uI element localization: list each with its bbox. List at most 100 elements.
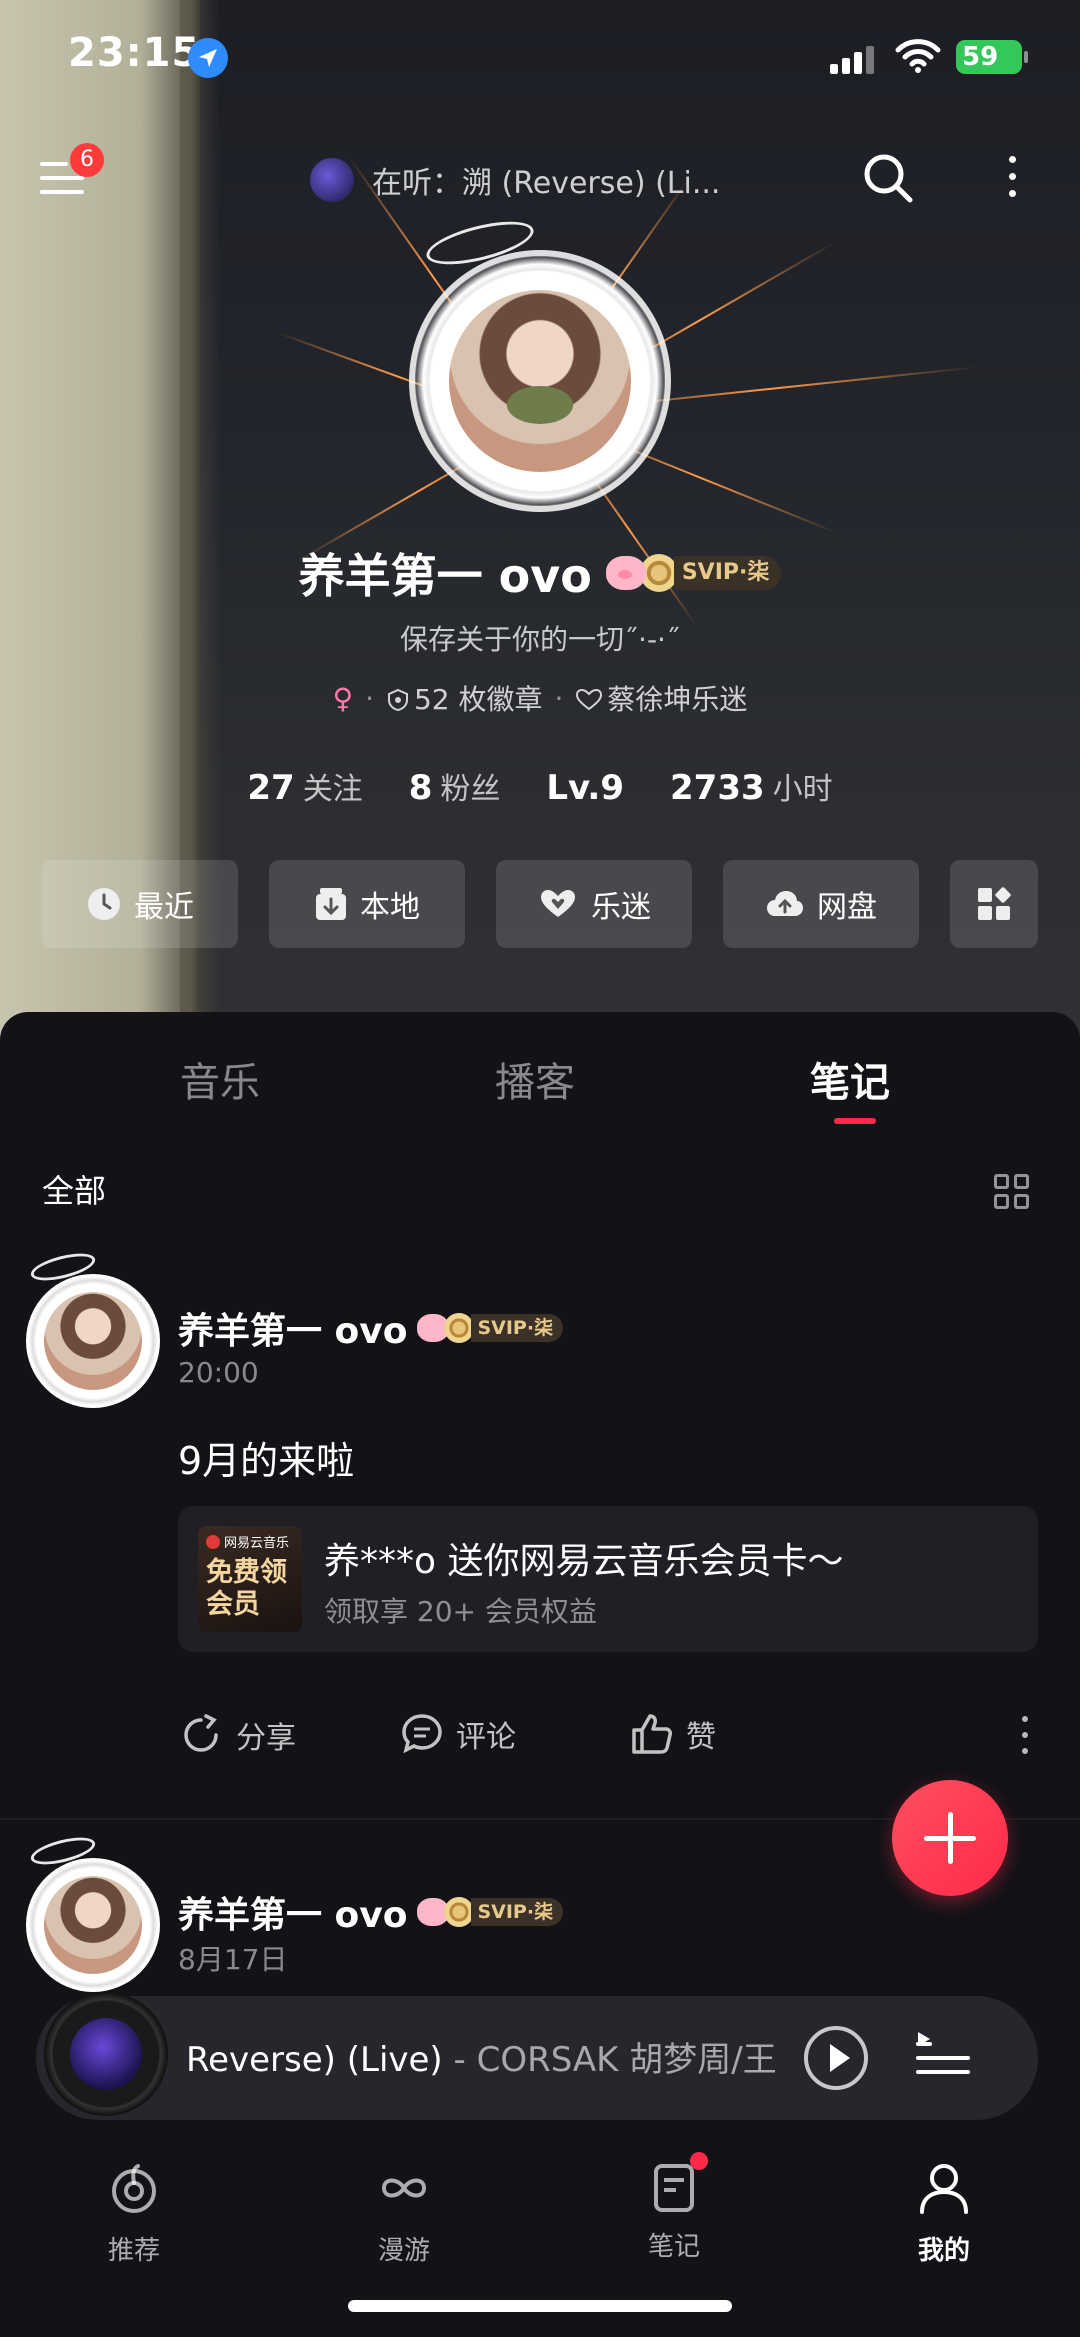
now-playing-cover <box>310 158 354 202</box>
profile-signature[interactable]: 保存关于你的一切˝·-·˝ <box>0 618 1080 658</box>
fan-of-label: 蔡徐坤乐迷 <box>607 683 748 716</box>
avatar-photo <box>449 290 631 472</box>
share-label: 分享 <box>236 1721 296 1756</box>
nav-label: 我的 <box>917 2236 970 2266</box>
netease-music-icon <box>112 2164 156 2213</box>
badge-shield-icon <box>387 688 408 712</box>
menu-line <box>40 176 84 180</box>
playlist-icon[interactable] <box>916 2030 972 2086</box>
profile-stats: 27 关注 8 粉丝 Lv.9 2733 小时 <box>0 764 1080 808</box>
card-brand-label: 网易云音乐 <box>224 1536 290 1551</box>
card-thumbnail: 网易云音乐 免费领会员 <box>198 1526 302 1632</box>
download-icon <box>316 888 346 920</box>
following-stat[interactable]: 27 关注 <box>247 764 362 808</box>
cellular-signal-icon <box>830 46 874 74</box>
tab-notes[interactable]: 笔记 <box>810 1050 890 1108</box>
like-button[interactable]: 赞 <box>630 1712 716 1756</box>
nav-roam[interactable]: 漫游 <box>334 2158 474 2267</box>
filter-all[interactable]: 全部 <box>42 1166 106 1212</box>
more-dot <box>1009 173 1016 180</box>
separator-dot: · <box>554 681 564 715</box>
create-note-button[interactable] <box>892 1780 1008 1896</box>
followers-stat[interactable]: 8 粉丝 <box>409 764 501 808</box>
stat-value: Lv.9 <box>546 768 624 808</box>
shortcut-more-apps[interactable] <box>950 860 1038 948</box>
content-tabs: 音乐 播客 笔记 <box>0 1050 1080 1120</box>
player-track-info: Reverse) (Live) - CORSAK 胡梦周/王 <box>186 2032 826 2081</box>
post-time: 8月17日 <box>178 1943 288 1976</box>
battery-indicator: 59 <box>956 40 1028 74</box>
post-author-row: 养羊第一 ovo SVIP·柒 <box>178 1886 564 1938</box>
card-thumb-text: 免费领会员 <box>206 1557 287 1620</box>
more-options-button[interactable] <box>1002 152 1022 202</box>
vip-level-badge[interactable]: SVIP·柒 <box>673 556 782 590</box>
profile-name-row: 养羊第一 ovo SVIP·柒 <box>0 540 1080 606</box>
vip-pig-icon[interactable] <box>605 556 646 590</box>
shortcut-local[interactable]: 本地 <box>269 860 465 948</box>
female-icon: ♀ <box>332 681 354 715</box>
level-stat[interactable]: Lv.9 <box>546 768 624 808</box>
more-dot <box>1022 1748 1028 1754</box>
netease-logo-icon <box>206 1534 220 1549</box>
shortcut-fans[interactable]: 乐迷 <box>496 860 692 948</box>
shortcut-label: 最近 <box>134 890 194 925</box>
menu-line <box>40 162 68 166</box>
nav-notes[interactable]: 笔记 <box>604 2152 744 2263</box>
tab-music[interactable]: 音乐 <box>180 1050 260 1108</box>
search-icon[interactable] <box>862 152 914 204</box>
card-title: 养***o 送你网易云音乐会员卡～ <box>324 1541 844 1582</box>
player-track-title: Reverse) (Live) <box>186 2040 443 2080</box>
now-playing-bar[interactable]: 在听：溯 (Reverse) (Li... <box>310 155 720 205</box>
post-author-avatar[interactable] <box>26 1248 160 1408</box>
nav-label: 推荐 <box>107 2236 160 2266</box>
badges-count: 52 枚徽章 <box>413 683 543 716</box>
vip-gift-card[interactable]: 网易云音乐 免费领会员 养***o 送你网易云音乐会员卡～ 领取享 20+ 会员… <box>178 1506 1038 1652</box>
shortcut-recent[interactable]: 最近 <box>42 860 238 948</box>
avatar-photo <box>44 1876 142 1974</box>
comment-icon <box>402 1714 442 1754</box>
active-tab-indicator <box>834 1118 876 1124</box>
stat-label: 粉丝 <box>440 772 501 807</box>
more-dot <box>1022 1716 1028 1722</box>
more-dot <box>1022 1732 1028 1738</box>
stat-value: 27 <box>247 768 295 808</box>
comment-button[interactable]: 评论 <box>400 1712 516 1756</box>
play-button[interactable] <box>804 2026 868 2090</box>
listening-hours-stat[interactable]: 2733 小时 <box>670 764 833 808</box>
badges-link[interactable]: 52 枚徽章 <box>386 678 543 718</box>
stat-label: 关注 <box>302 772 363 807</box>
post-author-name[interactable]: 养羊第一 ovo <box>178 1302 407 1354</box>
shortcut-cloud-drive[interactable]: 网盘 <box>723 860 919 948</box>
profile-avatar[interactable] <box>415 213 665 506</box>
post-time: 20:00 <box>178 1356 259 1389</box>
nav-mine[interactable]: 我的 <box>874 2158 1014 2267</box>
grid-apps-icon <box>978 887 1011 920</box>
fan-of-link[interactable]: 蔡徐坤乐迷 <box>575 678 747 718</box>
home-indicator[interactable] <box>348 2300 732 2312</box>
person-icon <box>920 2164 968 2214</box>
shortcut-label: 乐迷 <box>591 890 651 925</box>
post-author-avatar[interactable] <box>26 1832 160 1992</box>
stat-label: 小时 <box>772 772 833 807</box>
grid-cell <box>1014 1194 1029 1209</box>
location-arrow-icon <box>188 38 228 78</box>
post-author-name[interactable]: 养羊第一 ovo <box>178 1886 407 1938</box>
playlist-line <box>916 2070 970 2074</box>
post-more-button[interactable] <box>1020 1714 1030 1758</box>
separator-dot: · <box>365 681 374 715</box>
grid-view-icon[interactable] <box>994 1174 1030 1210</box>
notification-dot <box>690 2152 708 2170</box>
playlist-arrow <box>918 2032 930 2046</box>
tab-podcast[interactable]: 播客 <box>495 1050 575 1108</box>
mini-player[interactable]: Reverse) (Live) - CORSAK 胡梦周/王 <box>36 1992 1038 2120</box>
more-dot <box>1009 156 1016 163</box>
vip-coin-icon <box>444 1897 475 1927</box>
post-author-row: 养羊第一 ovo SVIP·柒 <box>178 1302 564 1354</box>
status-time: 23:15 <box>68 30 201 76</box>
nav-recommend[interactable]: 推荐 <box>64 2158 204 2267</box>
grid-cell <box>994 1174 1009 1189</box>
nav-label: 漫游 <box>377 2236 430 2266</box>
cloud-upload-icon <box>767 891 803 916</box>
post-text[interactable]: 9月的来啦 <box>178 1430 354 1485</box>
share-button[interactable]: 分享 <box>178 1712 296 1758</box>
